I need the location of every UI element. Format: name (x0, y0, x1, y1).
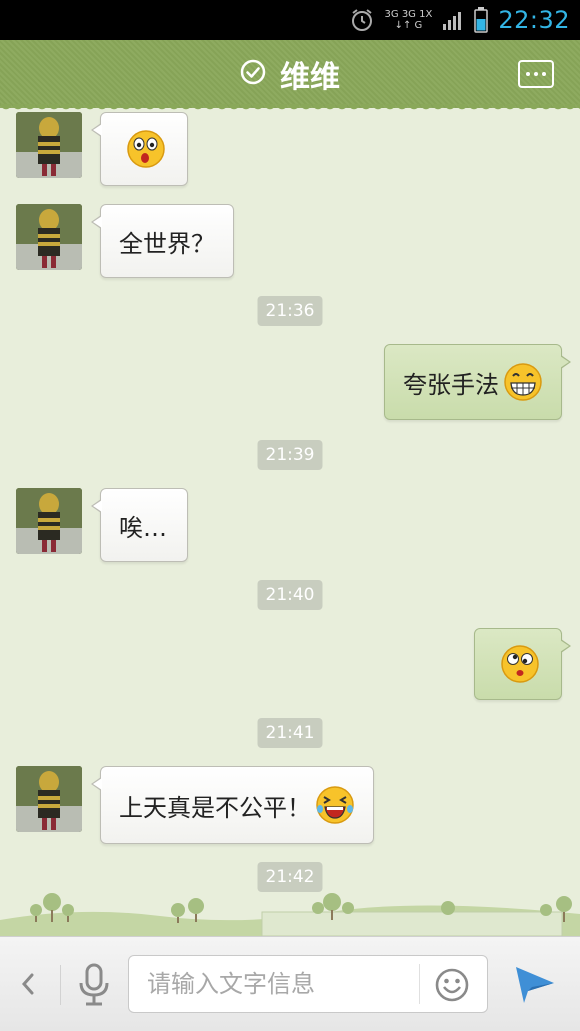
divider (60, 965, 61, 1005)
check-circle-icon (240, 59, 266, 89)
divider (419, 964, 420, 1004)
message-input-field[interactable] (128, 955, 488, 1013)
message-text: 夸张手法 (403, 370, 499, 399)
contact-avatar[interactable] (16, 488, 82, 554)
message-timestamp: 21:41 (257, 718, 323, 748)
contact-avatar[interactable] (16, 204, 82, 270)
status-clock: 22:32 (498, 6, 570, 34)
chat-title: 维维 (280, 60, 340, 95)
background-scenery (0, 880, 580, 937)
compose-bar (0, 936, 580, 1031)
message-timestamp: 21:36 (257, 296, 323, 326)
message-bubble-outgoing[interactable]: 夸张手法 (384, 344, 571, 420)
more-dots-icon (526, 72, 530, 76)
contact-avatar[interactable] (16, 112, 82, 178)
message-timestamp: 21:39 (257, 440, 323, 470)
alarm-icon (349, 7, 375, 33)
surprised-face-icon (127, 130, 165, 168)
message-bubble-incoming[interactable] (91, 112, 188, 186)
message-timestamp: 21:40 (257, 580, 323, 610)
laughing-tears-face-icon (316, 786, 354, 824)
message-text: 全世界？ (119, 229, 215, 258)
chat-title-group: 维维 (240, 52, 340, 96)
network-bottom-label: ↓↑ G (394, 20, 423, 31)
network-indicator: 3G 3G 1X ↓↑ G (385, 9, 433, 31)
contact-avatar[interactable] (16, 766, 82, 832)
message-input[interactable] (147, 956, 417, 1012)
message-bubble-incoming[interactable]: 全世界？ (91, 204, 234, 278)
battery-icon (474, 7, 489, 33)
message-list[interactable]: 全世界？ 21:36 夸张手法 21:39 唉… 21:40 21:41 上天真… (0, 108, 580, 936)
chat-header: 维维 (0, 40, 580, 108)
microphone-icon[interactable] (76, 961, 112, 1009)
dizzy-face-icon (501, 645, 539, 683)
grinning-face-icon (504, 363, 542, 401)
message-bubble-incoming[interactable]: 唉… (91, 488, 188, 562)
more-dot (542, 72, 546, 76)
network-top-label: 3G 3G 1X (384, 9, 433, 20)
message-text: 上天真是不公平！ (119, 793, 311, 822)
chevron-left-icon[interactable] (18, 967, 42, 1001)
more-dot (534, 72, 538, 76)
message-text: 唉… (119, 513, 167, 542)
message-bubble-outgoing[interactable] (474, 628, 571, 700)
smiley-icon[interactable] (433, 966, 471, 1004)
status-bar: 3G 3G 1X ↓↑ G 22:32 (0, 0, 580, 40)
signal-icon (442, 9, 464, 31)
more-options-button[interactable] (518, 60, 554, 88)
send-icon[interactable] (512, 961, 558, 1007)
message-bubble-incoming[interactable]: 上天真是不公平！ (91, 766, 374, 844)
